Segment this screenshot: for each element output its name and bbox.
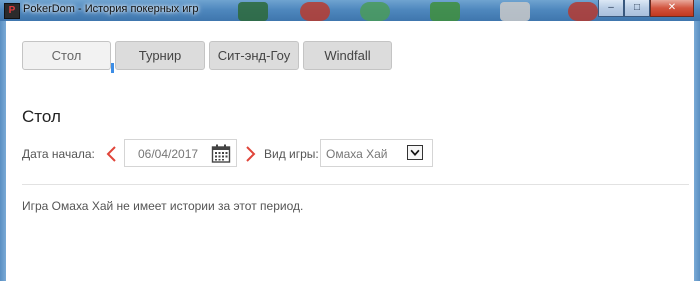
start-date-value: 06/04/2017 [138,147,199,161]
game-type-value: Омаха Хай [326,147,388,161]
game-type-select[interactable]: Омаха Хай [320,139,433,167]
desktop-blur [430,2,460,21]
window-controls: – □ ✕ [598,0,694,18]
start-date-label: Дата начала: [22,147,95,161]
tab-windfall[interactable]: Windfall [303,41,392,70]
divider [22,184,689,185]
tab-sit-and-go[interactable]: Сит-энд-Гоу [209,41,299,70]
minimize-button[interactable]: – [598,0,624,17]
section-title: Стол [22,107,61,126]
active-tab-indicator [111,63,114,73]
chevron-right-icon[interactable] [242,145,258,163]
pokerdom-app-icon[interactable]: P [4,3,20,19]
desktop-blur [360,2,390,21]
title-bar[interactable]: P PokerDom - История покерных игр – □ ✕ [0,0,700,21]
game-type-label: Вид игры: [264,147,319,161]
close-button[interactable]: ✕ [650,0,694,17]
desktop-blur [500,2,530,21]
tab-table[interactable]: Стол [22,41,111,70]
chevron-down-icon[interactable] [407,145,423,160]
window-title: PokerDom - История покерных игр [23,3,199,15]
maximize-button[interactable]: □ [624,0,650,17]
empty-history-message: Игра Омаха Хай не имеет истории за этот … [22,199,304,213]
window-frame-right [694,21,700,281]
desktop-blur [568,2,598,21]
tab-tournament[interactable]: Турнир [115,41,205,70]
chevron-left-icon[interactable] [104,145,120,163]
desktop-blur [300,2,330,21]
desktop-blur [238,2,268,21]
calendar-icon[interactable] [211,144,231,164]
history-panel: Стол Турнир Сит-энд-Гоу Windfall Стол Да… [6,21,694,281]
start-date-field[interactable]: 06/04/2017 [124,139,237,167]
